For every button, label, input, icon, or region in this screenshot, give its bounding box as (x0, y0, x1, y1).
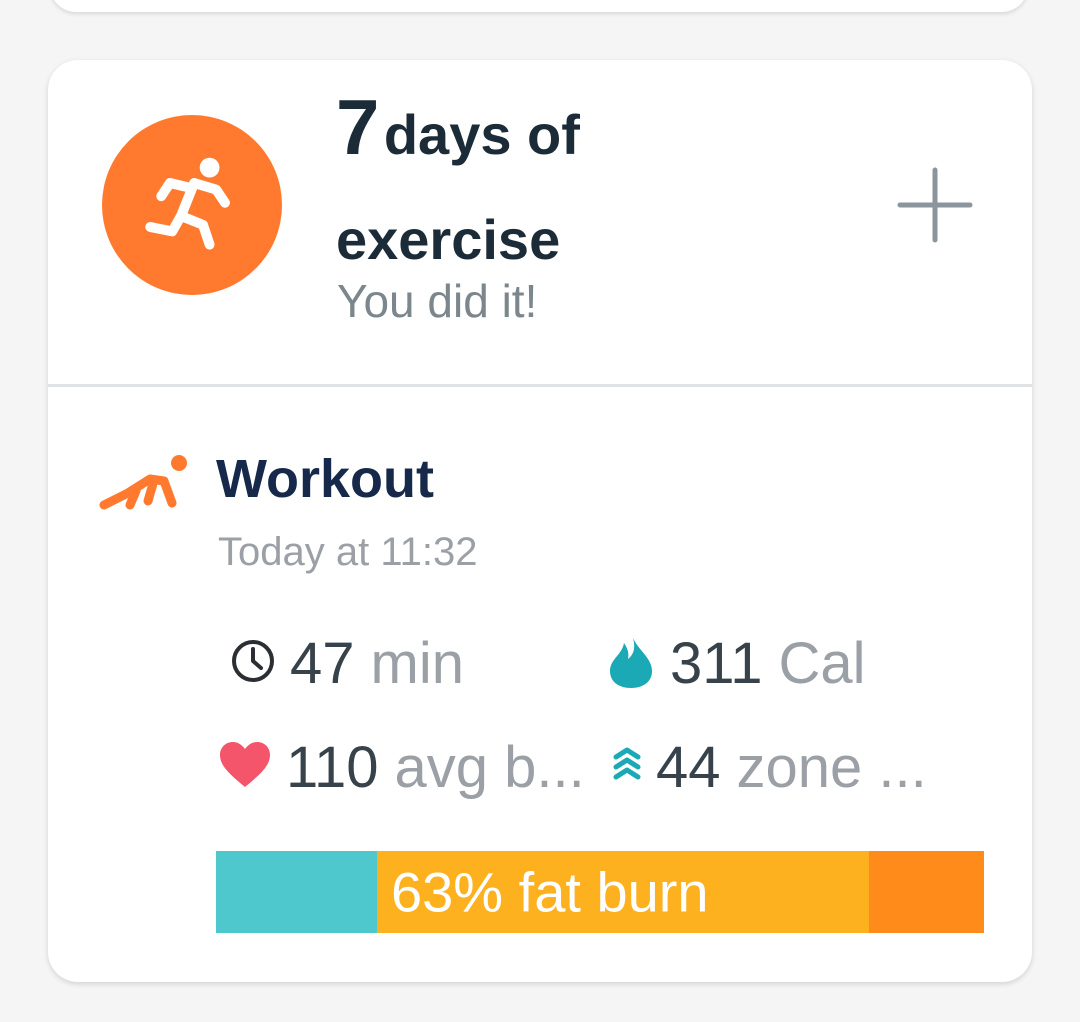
duration-stat: 47 min (230, 630, 464, 697)
workout-icon (98, 453, 190, 515)
heart-rate-value: 110 (286, 735, 379, 800)
zone-minutes-value: 44 (656, 735, 721, 800)
goal-subtitle: You did it! (337, 275, 538, 327)
zone-segment-below (216, 851, 377, 933)
exercise-goal-card[interactable]: 7 days of exercise You did it! Workout To… (48, 60, 1032, 982)
zone-segment-fat-burn: 63% fat burn (377, 851, 869, 933)
duration-unit: min (370, 631, 464, 696)
calories-value: 311 (670, 631, 763, 696)
zone-segment-label: 63% fat burn (391, 860, 709, 924)
zone-minutes-icon (612, 745, 642, 790)
heart-zone-bar: 63% fat burn (216, 851, 984, 933)
divider (48, 384, 1032, 387)
calories-unit: Cal (778, 631, 866, 696)
goal-title: 7 days of exercise (336, 82, 696, 300)
clock-icon (230, 638, 276, 689)
goal-count: 7 (336, 83, 380, 171)
workout-time: Today at 11:32 (218, 530, 478, 574)
zone-minutes-unit: zone ... (736, 735, 927, 800)
add-button[interactable] (896, 166, 974, 244)
previous-card (50, 0, 1028, 12)
heart-icon (218, 741, 272, 794)
flame-icon (606, 633, 656, 694)
zone-segment-cardio (869, 851, 984, 933)
workout-title: Workout (216, 449, 434, 509)
calories-stat: 311 Cal (606, 630, 866, 697)
zone-minutes-stat: 44 zone ... (612, 734, 927, 801)
heart-rate-unit: avg b... (394, 735, 585, 800)
plus-icon (897, 167, 973, 243)
heart-rate-stat: 110 avg b... (218, 734, 585, 801)
duration-value: 47 (290, 631, 355, 696)
running-icon (102, 115, 282, 295)
